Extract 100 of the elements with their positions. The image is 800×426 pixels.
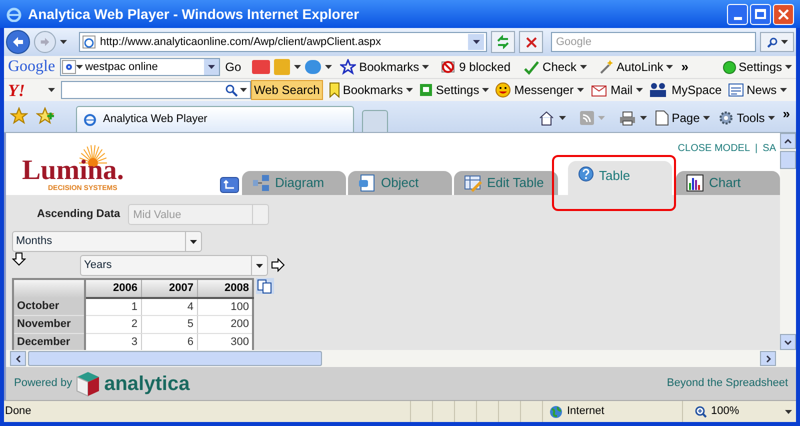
toolbar-button[interactable]: Settings [418,81,490,99]
dropdown-button[interactable] [204,59,220,75]
toolbar-button[interactable]: MySpace [648,81,722,99]
copy-icon[interactable] [256,278,274,294]
column-header: 2006 [85,279,141,298]
caret-icon[interactable] [190,240,197,244]
column-index-dropdown[interactable]: Years [80,255,268,276]
caret-icon[interactable] [640,116,647,120]
caret-icon[interactable] [666,65,674,69]
printer-icon[interactable] [618,110,636,126]
view-tab[interactable]: Table [568,161,672,195]
caret-icon[interactable] [325,65,332,69]
caret-icon[interactable] [580,65,587,69]
slogan-text: Beyond the Spreadsheet [666,376,788,392]
people-icon [648,82,669,98]
page-icon [654,110,669,126]
document-icon [358,174,376,192]
value-field[interactable]: Mid Value [128,204,254,225]
caret-icon[interactable] [208,65,216,69]
toolbar-button[interactable]: Bookmarks [337,58,432,76]
maximize-button[interactable] [750,4,771,24]
go-button[interactable]: Go [225,58,242,76]
caret-icon[interactable] [558,116,566,120]
pivot-down-icon[interactable] [12,252,26,266]
caret-icon[interactable] [422,65,430,69]
address-field[interactable]: http://www.analyticaonline.com/Awp/client/awpClient.aspx [79,32,487,52]
toolbar-button[interactable]: 9 blocked [437,58,514,76]
web-search-button[interactable]: Web Search [251,80,323,100]
column-header: 2008 [197,279,253,298]
caret-icon[interactable] [256,264,263,268]
vertical-scrollbar[interactable] [780,133,796,350]
caret-icon[interactable] [780,40,788,44]
header-link[interactable]: CLOSE MODEL [678,141,750,156]
toolbar-button[interactable]: News [728,81,787,99]
page-menu-button[interactable]: Page [654,109,710,127]
browser-tab[interactable]: Analytica Web Player [76,106,354,132]
refresh-button[interactable] [491,31,515,53]
caret-icon[interactable] [702,116,710,120]
zoom-icon [695,406,707,418]
zone-text: Internet [567,404,604,420]
caret-icon[interactable] [60,40,67,44]
status-text: Done [4,404,32,420]
magic-wand-icon [598,59,614,75]
globe-icon [549,404,563,418]
browser-logo-icon [6,6,22,22]
pivot-right-icon[interactable] [271,258,285,272]
caret-icon[interactable] [406,88,413,92]
toolbar-button[interactable]: AutoLink [594,58,676,76]
scroll-left-icon[interactable] [16,354,20,362]
toolbar-button[interactable]: Bookmarks [328,81,413,99]
close-button[interactable] [773,4,794,24]
more-button[interactable]: » [681,57,688,77]
window-title: Analytica Web Player - Windows Internet Explorer [28,4,360,24]
scroll-down-icon[interactable] [784,340,792,344]
toolbar-button[interactable]: Mail [590,81,643,99]
caret-icon[interactable] [472,40,480,44]
home-icon[interactable] [538,110,555,126]
row-index-dropdown[interactable]: Months [12,231,202,252]
horizontal-scrollbar[interactable] [4,350,796,367]
caret-icon[interactable] [482,88,490,92]
caret-icon[interactable] [76,65,84,69]
header-link[interactable]: SA [762,141,776,156]
zoom-button[interactable]: 100% [682,401,796,422]
newspaper-icon [728,82,744,98]
tools-menu-button[interactable]: Tools [718,109,775,127]
search-icon [766,36,778,48]
toolbar-button[interactable]: Messenger [495,81,584,99]
caret-icon[interactable] [785,65,792,69]
gear-icon [718,110,734,126]
scroll-right-icon[interactable] [766,354,770,362]
caret-icon[interactable] [636,88,643,92]
scroll-thumb[interactable] [780,151,796,169]
caret-icon[interactable] [294,65,302,69]
add-favorite-icon[interactable] [36,107,54,125]
toolbar-buttons-drawing[interactable] [252,59,332,75]
back-button[interactable] [6,30,30,54]
scroll-thumb[interactable] [28,351,322,366]
table-cell: 5 [141,316,197,333]
back-tab-button[interactable] [220,177,239,193]
caret-icon[interactable] [48,88,55,92]
dropdown-button[interactable] [468,34,484,50]
toolbar-button[interactable]: Check [518,58,590,76]
caret-icon[interactable] [576,88,584,92]
settings-button[interactable]: Settings [722,58,792,76]
stop-button[interactable] [519,31,543,53]
caret-icon[interactable] [780,88,787,92]
smiley-icon [495,82,512,98]
search-button[interactable] [760,32,794,52]
caret-icon[interactable] [240,88,247,92]
field-button[interactable] [253,204,270,225]
scroll-up-icon[interactable] [784,138,792,144]
caret-icon[interactable] [768,116,775,120]
more-button[interactable]: » [782,104,790,124]
caret-icon[interactable] [785,410,792,414]
toolbar-search-field[interactable]: westpac online [60,58,220,76]
minimize-button[interactable] [727,4,748,24]
row-header: October [13,298,85,316]
favorites-star-icon[interactable] [10,107,28,125]
toolbar-search-field[interactable] [61,81,251,99]
search-field[interactable]: Google [551,32,756,52]
